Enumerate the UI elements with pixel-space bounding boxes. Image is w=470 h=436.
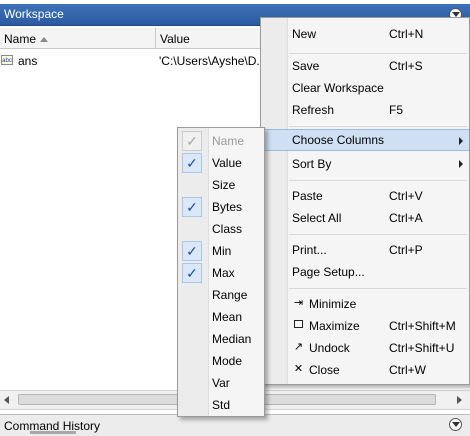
maximize-icon: [293, 320, 304, 331]
checkmark-icon: ✓: [182, 131, 202, 151]
menu-separator: [289, 234, 467, 235]
workspace-context-menu: New Ctrl+N Save Ctrl+S Clear Workspace R…: [260, 17, 470, 385]
column-option-bytes[interactable]: ✓ Bytes: [178, 196, 264, 218]
checkmark-icon: ✓: [182, 153, 202, 173]
menu-item-select-all[interactable]: Select All Ctrl+A: [261, 207, 469, 229]
column-option-max[interactable]: ✓ Max: [178, 262, 264, 284]
variable-value: 'C:\Users\Ayshe\D...: [159, 54, 267, 68]
menu-item-choose-columns[interactable]: Choose Columns: [261, 129, 469, 151]
column-option-class[interactable]: Class: [178, 218, 264, 240]
column-option-min[interactable]: ✓ Min: [178, 240, 264, 262]
submenu-arrow-icon: [459, 137, 463, 145]
column-option-value[interactable]: ✓ Value: [178, 152, 264, 174]
menu-item-save[interactable]: Save Ctrl+S: [261, 55, 469, 77]
column-option-name: ✓ Name: [178, 130, 264, 152]
command-history-actions-icon[interactable]: [449, 418, 462, 431]
menu-separator: [289, 53, 467, 54]
menu-item-sort-by[interactable]: Sort By: [261, 153, 469, 175]
column-option-median[interactable]: Median: [178, 328, 264, 350]
menu-item-minimize[interactable]: ⇥ Minimize: [261, 293, 469, 315]
history-entry-fragment: [30, 431, 76, 434]
value-column-header[interactable]: Value: [160, 32, 190, 46]
char-variable-icon: abc: [1, 55, 13, 65]
menu-item-close[interactable]: ✕ Close Ctrl+W: [261, 359, 469, 381]
menu-separator: [289, 126, 467, 127]
close-icon: ✕: [293, 363, 304, 375]
minimize-icon: ⇥: [293, 297, 304, 309]
column-option-var[interactable]: Var: [178, 372, 264, 394]
variable-name: ans: [18, 54, 38, 68]
choose-columns-submenu: ✓ Name ✓ Value Size ✓ Bytes Class ✓ Min …: [177, 127, 265, 417]
submenu-arrow-icon: [459, 160, 463, 168]
menu-item-paste[interactable]: Paste Ctrl+V: [261, 185, 469, 207]
menu-item-new[interactable]: New Ctrl+N: [261, 23, 469, 45]
checkmark-icon: ✓: [182, 263, 202, 283]
column-option-mean[interactable]: Mean: [178, 306, 264, 328]
column-divider[interactable]: [155, 28, 156, 48]
menu-separator: [289, 180, 467, 181]
menu-item-maximize[interactable]: Maximize Ctrl+Shift+M: [261, 315, 469, 337]
scroll-right-icon[interactable]: [457, 396, 462, 404]
name-column-header[interactable]: Name: [4, 32, 49, 46]
scroll-left-icon[interactable]: [4, 396, 9, 404]
checkmark-icon: ✓: [182, 197, 202, 217]
column-option-std[interactable]: Std: [178, 394, 264, 416]
sort-ascending-icon: [40, 37, 49, 43]
undock-icon: ↗: [293, 341, 304, 353]
menu-separator: [289, 288, 467, 289]
menu-item-clear-workspace[interactable]: Clear Workspace: [261, 77, 469, 99]
menu-item-page-setup[interactable]: Page Setup...: [261, 261, 469, 283]
workspace-title: Workspace: [4, 7, 64, 21]
column-option-size[interactable]: Size: [178, 174, 264, 196]
menu-item-undock[interactable]: ↗ Undock Ctrl+Shift+U: [261, 337, 469, 359]
column-option-range[interactable]: Range: [178, 284, 264, 306]
menu-item-refresh[interactable]: Refresh F5: [261, 99, 469, 121]
menu-item-print[interactable]: Print... Ctrl+P: [261, 239, 469, 261]
checkmark-icon: ✓: [182, 241, 202, 261]
column-option-mode[interactable]: Mode: [178, 350, 264, 372]
